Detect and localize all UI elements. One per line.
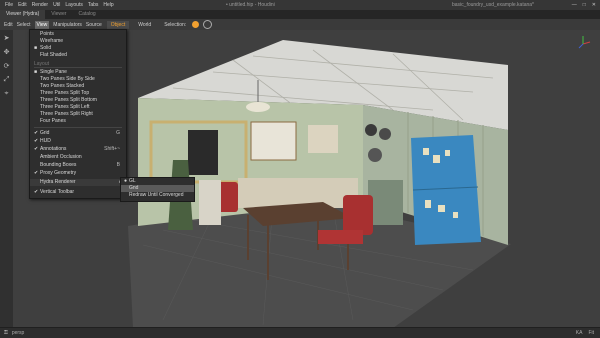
check-icon: ✔ (34, 146, 39, 152)
check-icon: ✔ (34, 189, 39, 195)
menu-item-proxy-geometry[interactable]: ✔ Proxy Geometry (30, 170, 126, 177)
hydra-renderer-submenu: ● GL Gnd Redraw Until Converged (120, 177, 195, 202)
menu-item-flat-shaded[interactable]: Flat Shaded (30, 52, 126, 59)
menu-item-grid[interactable]: ✔ Grid G (30, 130, 126, 137)
renderer-gnd[interactable]: Gnd (121, 185, 194, 192)
menu-item-wireframe[interactable]: Wireframe (30, 38, 126, 45)
check-icon: ■ (34, 45, 38, 51)
doorway (188, 130, 218, 175)
viewer-menu-manipulators[interactable]: Manipulators (53, 22, 82, 28)
pan (368, 148, 382, 162)
camera-icon[interactable]: ⌖ (2, 89, 11, 98)
menu-util[interactable]: Util (53, 2, 60, 8)
menu-item-three-panes-top[interactable]: Three Panes Split Top (30, 90, 126, 97)
selection-mode-icon[interactable] (203, 20, 213, 29)
viewer-menu-source[interactable]: Source (86, 22, 102, 28)
menu-item-four-panes[interactable]: Four Panes (30, 118, 126, 125)
selection-label: Selection: (164, 21, 187, 28)
upper-cabinet (250, 121, 297, 161)
object-button[interactable]: Object (106, 20, 130, 29)
menu-separator (34, 126, 122, 128)
check-icon: ■ (34, 69, 38, 75)
menu-render[interactable]: Render (32, 2, 48, 8)
menu-item-solid[interactable]: ■ Solid (30, 45, 126, 52)
window-title: • untitled.hip - Houdini (226, 2, 275, 8)
check-icon: ✔ (34, 170, 39, 176)
menu-item-points[interactable]: Points (30, 31, 126, 38)
scale-icon[interactable]: ⤢ (2, 75, 11, 84)
menu-tabs[interactable]: Tabs (88, 2, 99, 8)
menu-item-annotations[interactable]: ✔ Annotations Shift+~ (30, 146, 126, 153)
curtain (308, 125, 338, 153)
chair (343, 195, 373, 235)
menu-item-hydra-renderer[interactable]: Hydra Renderer▸ (30, 179, 126, 186)
pan (365, 124, 377, 136)
redraw-until-converged[interactable]: Redraw Until Converged (121, 192, 194, 199)
menu-item-hud[interactable]: ✔ HUD (30, 138, 126, 145)
menu-item-single-pane[interactable]: ■ Single Pane (30, 69, 126, 76)
tab-viewer-hydra[interactable]: Viewer (Hydra) (0, 10, 46, 19)
axis-gizmo (578, 36, 591, 49)
side-counter (199, 180, 221, 225)
pendant-lamp (246, 102, 270, 112)
menu-item-vertical-toolbar[interactable]: ✔ Vertical Toolbar (30, 189, 126, 196)
check-icon: ● (124, 178, 128, 184)
status-zoom[interactable]: Fit (588, 330, 594, 336)
menu-edit[interactable]: Edit (18, 2, 27, 8)
tab-catalog[interactable]: Catalog (72, 10, 101, 19)
layout-section-header: Layout (34, 61, 122, 68)
view-dropdown-menu: Points Wireframe ■ Solid Flat Shaded Layo… (29, 29, 127, 199)
lower-cabinets (238, 178, 358, 208)
renderer-gl[interactable]: ● GL (121, 178, 194, 185)
menu-item-three-panes-left[interactable]: Three Panes Split Left (30, 104, 126, 111)
world-button[interactable]: World (134, 21, 155, 29)
menu-help[interactable]: Help (103, 2, 113, 8)
menu-item-three-panes-bottom[interactable]: Three Panes Split Bottom (30, 97, 126, 104)
menu-item-bounding-boxes[interactable]: Bounding Boxes B (30, 162, 126, 169)
tab-bar: Viewer (Hydra) Viewer Catalog (0, 10, 600, 19)
check-icon: ✔ (34, 138, 39, 144)
window-controls: — □ ✕ (572, 0, 600, 10)
close-icon[interactable]: ✕ (592, 2, 596, 8)
menu-item-two-panes-side[interactable]: Two Panes Side By Side (30, 76, 126, 83)
tab-viewer[interactable]: Viewer (45, 10, 72, 19)
status-mode: KA (575, 330, 583, 336)
status-bar: ⚿ persp KA Fit (0, 327, 600, 338)
minimize-icon[interactable]: — (572, 2, 577, 8)
move-icon[interactable]: ✥ (2, 47, 11, 56)
stove (368, 180, 403, 225)
rotate-icon[interactable]: ⟳ (2, 61, 11, 70)
vertical-toolbar: ➤ ✥ ⟳ ⤢ ⌖ (0, 30, 13, 328)
viewer-menu-select[interactable]: Select (17, 22, 31, 28)
menu-file[interactable]: File (5, 2, 13, 8)
check-icon: ✔ (34, 130, 39, 136)
selection-toggle-icon[interactable] (192, 21, 200, 28)
arrow-select-icon[interactable]: ➤ (2, 33, 11, 42)
camera-name[interactable]: persp (12, 330, 25, 336)
lock-icon[interactable]: ⚿ (4, 330, 8, 336)
maximize-icon[interactable]: □ (583, 2, 586, 8)
menu-layouts[interactable]: Layouts (65, 2, 83, 8)
pan (379, 128, 391, 140)
scene-title: basic_foundry_usd_example.katana* (452, 2, 534, 8)
chair-seat (318, 230, 363, 244)
viewer-menu-view[interactable]: View (34, 20, 50, 29)
menu-item-two-panes-stacked[interactable]: Two Panes Stacked (30, 83, 126, 90)
menu-item-ambient-occlusion[interactable]: Ambient Occlusion (30, 154, 126, 161)
menu-item-three-panes-right[interactable]: Three Panes Split Right (30, 111, 126, 118)
viewer-menu-edit[interactable]: Edit (4, 22, 13, 28)
